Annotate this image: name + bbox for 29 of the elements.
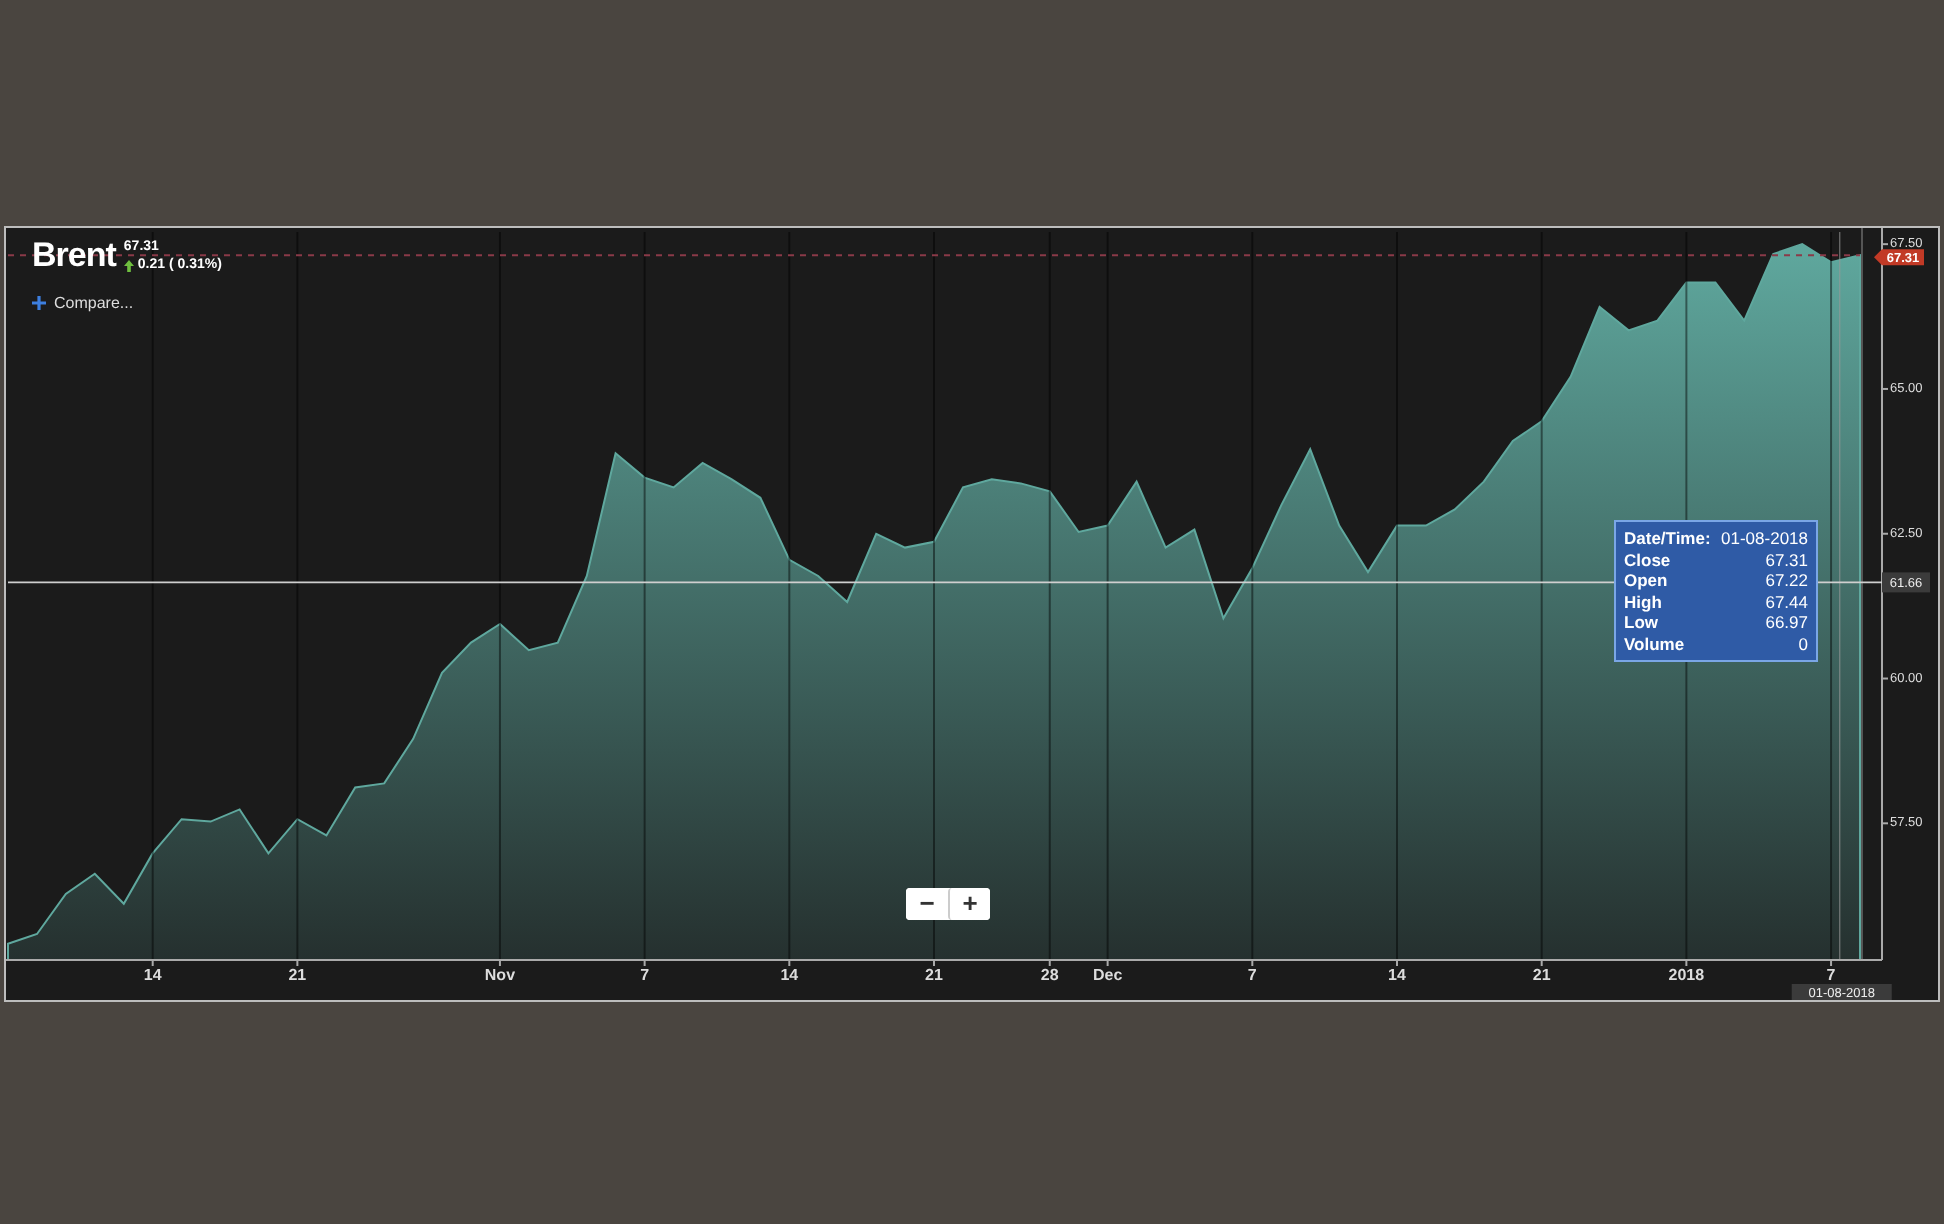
tooltip-value: 0	[1796, 633, 1808, 654]
tooltip-value: 67.44	[1763, 591, 1808, 612]
plus-icon	[32, 296, 46, 310]
tooltip-label: High	[1624, 591, 1664, 612]
x-tick-label: Nov	[484, 966, 516, 984]
tooltip-value: 66.97	[1763, 612, 1808, 633]
tooltip-value: 01-08-2018	[1719, 528, 1808, 549]
x-tick-label: 7	[1247, 966, 1257, 984]
instrument-name: Brent	[32, 238, 116, 274]
tooltip-label: Open	[1624, 570, 1670, 591]
x-tick-label: 28	[1040, 966, 1059, 984]
x-tick-label: 21	[288, 966, 307, 984]
x-tick-label: 7	[640, 966, 650, 984]
tooltip-label: Date/Time:	[1624, 528, 1711, 549]
zoom-in-button[interactable]: +	[948, 888, 990, 920]
x-tick-label: 14	[780, 966, 799, 984]
x-tick-label: 7	[1826, 966, 1836, 984]
x-tick-label: 14	[1388, 966, 1406, 984]
x-tick-label: Dec	[1092, 966, 1123, 984]
compare-link[interactable]: Compare...	[32, 294, 222, 312]
x-tick-label: 14	[143, 966, 162, 984]
x-tick-label: 2018	[1668, 966, 1705, 984]
tooltip-value: 67.22	[1763, 570, 1808, 591]
x-tick-label: 21	[925, 966, 943, 984]
tooltip-label: Close	[1624, 549, 1673, 570]
tooltip-label: Volume	[1624, 633, 1687, 654]
x-tick-label: 21	[1532, 966, 1551, 984]
tooltip-label: Low	[1624, 612, 1660, 633]
tooltip-value: 67.31	[1763, 549, 1808, 570]
